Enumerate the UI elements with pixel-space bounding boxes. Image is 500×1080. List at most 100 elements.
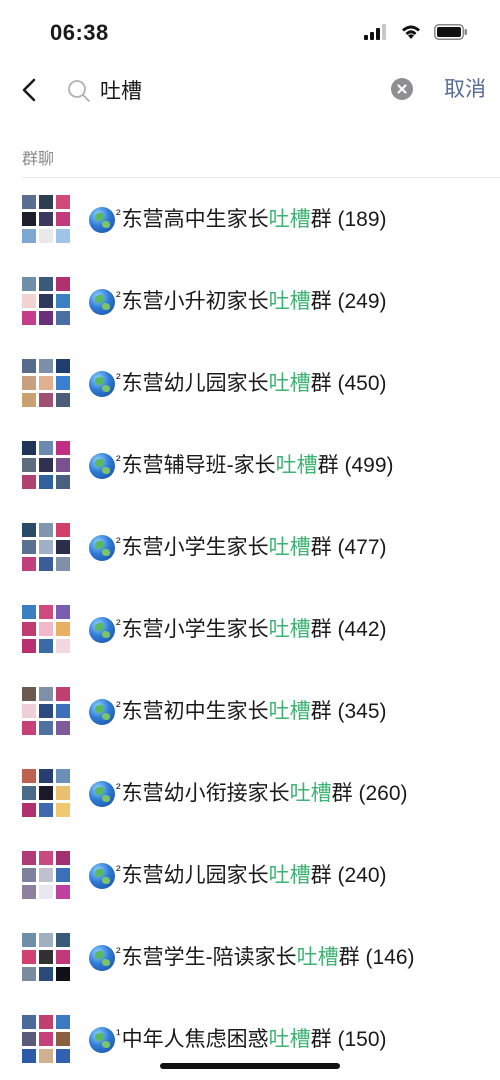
- group-chat-result[interactable]: ²东营幼小衔接家长吐槽群 (260): [0, 752, 500, 834]
- avatar-tile: [56, 803, 70, 817]
- group-name-suffix: 群 (249): [310, 290, 387, 313]
- globe-icon: [89, 1027, 115, 1053]
- avatar-tile: [56, 1049, 70, 1063]
- group-chat-result[interactable]: ²东营学生-陪读家长吐槽群 (146): [0, 916, 500, 998]
- group-avatar: [22, 687, 70, 735]
- group-chat-result[interactable]: ²东营小升初家长吐槽群 (249): [0, 260, 500, 342]
- group-name-prefix: 东营幼儿园家长: [121, 372, 269, 395]
- avatar-tile: [39, 868, 53, 882]
- status-bar: 06:38: [0, 0, 500, 66]
- avatar-tile: [22, 311, 36, 325]
- group-avatar: [22, 769, 70, 817]
- avatar-tile: [22, 557, 36, 571]
- home-indicator: [160, 1063, 340, 1069]
- group-chat-result[interactable]: ²东营辅导班-家长吐槽群 (499): [0, 424, 500, 506]
- avatar-tile: [56, 540, 70, 554]
- status-time: 06:38: [50, 20, 109, 45]
- group-chat-result[interactable]: ²东营初中生家长吐槽群 (345): [0, 670, 500, 752]
- group-superscript: ²: [116, 206, 121, 222]
- group-name-prefix: 中年人焦虑困惑: [121, 1028, 269, 1051]
- search-icon: [66, 78, 92, 104]
- group-name: ²东营初中生家长吐槽群 (345): [116, 697, 387, 728]
- avatar-tile: [56, 622, 70, 636]
- back-button[interactable]: [18, 74, 42, 106]
- avatar-tile: [22, 1032, 36, 1046]
- group-name-suffix: 群 (189): [310, 208, 387, 231]
- group-chat-result[interactable]: ²东营小学生家长吐槽群 (442): [0, 588, 500, 670]
- group-name-suffix: 群 (146): [338, 946, 415, 969]
- avatar-tile: [22, 523, 36, 537]
- group-name: ²东营小学生家长吐槽群 (442): [116, 615, 387, 646]
- group-superscript: ¹: [116, 1026, 121, 1042]
- avatar-tile: [22, 605, 36, 619]
- avatar-tile: [56, 687, 70, 701]
- avatar-tile: [39, 557, 53, 571]
- avatar-tile: [56, 769, 70, 783]
- avatar-tile: [39, 933, 53, 947]
- avatar-tile: [39, 294, 53, 308]
- avatar-tile: [56, 704, 70, 718]
- search-input[interactable]: [100, 74, 370, 106]
- group-name-prefix: 东营幼小衔接家长: [121, 782, 290, 805]
- group-chat-result[interactable]: ²东营高中生家长吐槽群 (189): [0, 178, 500, 260]
- avatar-tile: [22, 376, 36, 390]
- avatar-tile: [22, 803, 36, 817]
- avatar-tile: [39, 458, 53, 472]
- avatar-tile: [39, 523, 53, 537]
- group-chat-result[interactable]: ²东营幼儿园家长吐槽群 (450): [0, 342, 500, 424]
- avatar-tile: [39, 786, 53, 800]
- avatar-tile: [39, 622, 53, 636]
- avatar-tile: [22, 458, 36, 472]
- avatar-tile: [22, 540, 36, 554]
- avatar-tile: [56, 393, 70, 407]
- group-name-prefix: 东营小学生家长: [121, 618, 269, 641]
- group-name: ²东营幼儿园家长吐槽群 (450): [116, 369, 387, 400]
- globe-icon: [89, 371, 115, 397]
- group-superscript: ²: [116, 288, 121, 304]
- group-avatar: [22, 1015, 70, 1063]
- clear-search-button[interactable]: [391, 78, 413, 100]
- avatar-tile: [22, 687, 36, 701]
- avatar-tile: [39, 639, 53, 653]
- group-chat-result[interactable]: ²东营小学生家长吐槽群 (477): [0, 506, 500, 588]
- section-title: 群聊: [22, 151, 55, 168]
- avatar-tile: [39, 475, 53, 489]
- avatar-tile: [22, 294, 36, 308]
- group-name: ²东营高中生家长吐槽群 (189): [116, 205, 387, 236]
- avatar-tile: [39, 441, 53, 455]
- group-superscript: ²: [116, 370, 121, 386]
- avatar-tile: [56, 311, 70, 325]
- avatar-tile: [39, 376, 53, 390]
- avatar-tile: [22, 769, 36, 783]
- group-name: ²东营小升初家长吐槽群 (249): [116, 287, 387, 318]
- avatar-tile: [56, 721, 70, 735]
- globe-icon: [89, 453, 115, 479]
- avatar-tile: [22, 441, 36, 455]
- avatar-tile: [56, 605, 70, 619]
- avatar-tile: [39, 229, 53, 243]
- globe-icon: [89, 699, 115, 725]
- avatar-tile: [39, 605, 53, 619]
- chevron-left-icon: [22, 78, 36, 102]
- avatar-tile: [39, 687, 53, 701]
- group-chat-result[interactable]: ²东营幼儿园家长吐槽群 (240): [0, 834, 500, 916]
- avatar-tile: [56, 967, 70, 981]
- group-name: ²东营小学生家长吐槽群 (477): [116, 533, 387, 564]
- avatar-tile: [22, 1049, 36, 1063]
- globe-icon: [89, 535, 115, 561]
- avatar-tile: [22, 622, 36, 636]
- avatar-tile: [56, 786, 70, 800]
- avatar-tile: [22, 212, 36, 226]
- signal-icon: [364, 24, 386, 40]
- group-name-suffix: 群 (260): [331, 782, 408, 805]
- avatar-tile: [22, 277, 36, 291]
- avatar-tile: [56, 639, 70, 653]
- group-name-suffix: 群 (240): [310, 864, 387, 887]
- clear-icon: [397, 84, 407, 94]
- avatar-tile: [39, 195, 53, 209]
- avatar-tile: [56, 359, 70, 373]
- group-avatar: [22, 933, 70, 981]
- cancel-button[interactable]: 取消: [444, 74, 486, 106]
- avatar-tile: [56, 1015, 70, 1029]
- avatar-tile: [39, 851, 53, 865]
